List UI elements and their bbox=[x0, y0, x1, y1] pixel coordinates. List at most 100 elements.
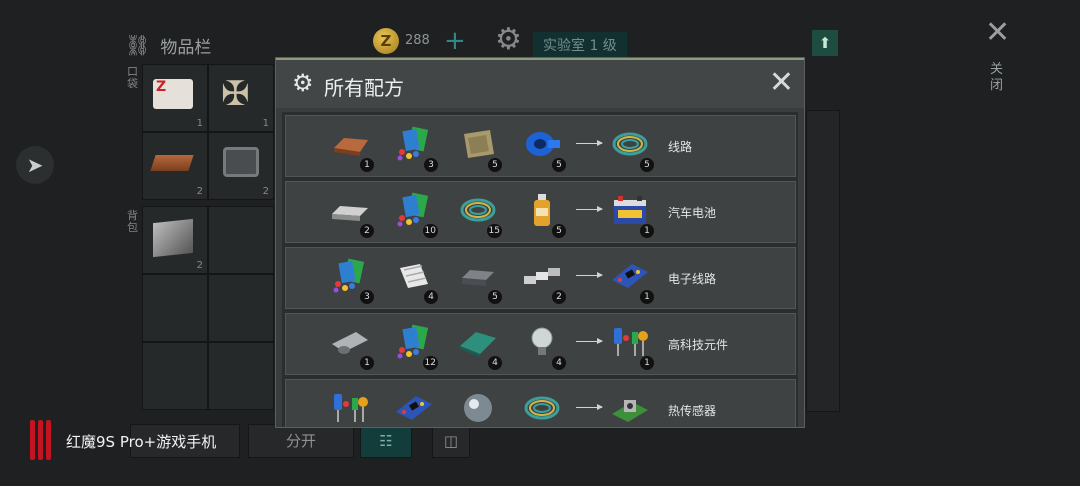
ingredient-slot[interactable]: 2 bbox=[518, 254, 566, 304]
aluminium-bars-icon bbox=[522, 258, 562, 294]
hi-tech-components-icon bbox=[610, 324, 650, 360]
lens-icon bbox=[458, 390, 498, 426]
ingredient-count: 15 bbox=[486, 224, 502, 238]
recipe-list[interactable]: 1 3 5 5 5 线路 2 10 15 5 1 汽车电池 3 4 5 2 1 电子线路 1 12 4 4 1 高科技元件 热传… bbox=[282, 112, 798, 427]
brand-watermark: 红魔9S Pro+游戏手机 bbox=[28, 420, 216, 462]
pocket-tab[interactable]: 口袋 bbox=[127, 66, 141, 90]
backpack-icon: ⛓ bbox=[125, 33, 151, 57]
brand-logo-icon bbox=[28, 420, 58, 462]
upgrade-button[interactable]: ⬆ bbox=[812, 30, 838, 56]
ingredient-count: 2 bbox=[552, 290, 566, 304]
inventory-slot[interactable]: 2 bbox=[208, 132, 274, 200]
add-currency-button[interactable]: + bbox=[444, 28, 466, 54]
inventory-slot[interactable] bbox=[142, 342, 208, 410]
ingredient-slot[interactable]: 5 bbox=[518, 122, 566, 172]
plastic-parts-icon bbox=[394, 126, 434, 162]
inventory-slot[interactable]: 2 bbox=[142, 132, 208, 200]
recipe-row[interactable]: 2 10 15 5 1 汽车电池 bbox=[285, 181, 796, 243]
arrow-right-icon bbox=[576, 272, 603, 278]
currency-amount: 288 bbox=[405, 33, 430, 48]
inventory-slot[interactable] bbox=[208, 274, 274, 342]
ingredient-slot[interactable]: 12 bbox=[390, 320, 438, 370]
modal-close-button[interactable]: ✕ bbox=[769, 68, 794, 98]
result-count: 1 bbox=[640, 224, 654, 238]
inventory-slot[interactable]: Z1 bbox=[142, 64, 208, 132]
hi-tech-components-icon bbox=[330, 390, 370, 426]
backpack-grid: 2 bbox=[142, 206, 274, 410]
fabric-roll-icon bbox=[394, 258, 434, 294]
bones-icon: ✠ bbox=[221, 74, 250, 114]
circuit-board-icon bbox=[394, 390, 434, 426]
recipe-row[interactable]: 热传感器 bbox=[285, 379, 796, 427]
steel-bar-icon bbox=[330, 192, 370, 228]
pocket-grid: Z1 ✠ 1 2 2 bbox=[142, 64, 274, 200]
inventory-slot[interactable] bbox=[142, 274, 208, 342]
ingredient-slot[interactable]: 4 bbox=[454, 320, 502, 370]
ingredient-slot[interactable]: 4 bbox=[518, 320, 566, 370]
merge-button[interactable]: ☷ bbox=[360, 424, 412, 458]
tape-icon bbox=[522, 126, 562, 162]
ingredient-slot[interactable]: 3 bbox=[390, 122, 438, 172]
recipe-row[interactable]: 1 3 5 5 5 线路 bbox=[285, 115, 796, 177]
ingredient-slot[interactable]: 1 bbox=[326, 122, 374, 172]
ingredient-count: 4 bbox=[552, 356, 566, 370]
gear-icon: ⚙ bbox=[495, 22, 522, 57]
copper-ingot-icon bbox=[150, 155, 194, 171]
inventory-header: ⛓ 物品栏 bbox=[125, 25, 211, 65]
close-label[interactable]: 关闭 bbox=[990, 62, 1004, 94]
inventory-slot[interactable]: ✠ 1 bbox=[208, 64, 274, 132]
result-slot[interactable]: 5 bbox=[606, 122, 654, 172]
result-slot[interactable]: 1 bbox=[606, 320, 654, 370]
lab-level-label[interactable]: 实验室 1 级 bbox=[533, 32, 627, 58]
copper-ingot-icon bbox=[330, 126, 370, 162]
close-icon[interactable]: ✕ bbox=[985, 18, 1010, 48]
inventory-slot[interactable] bbox=[208, 342, 274, 410]
ingredient-slot[interactable] bbox=[454, 386, 502, 427]
cloth-icon bbox=[458, 126, 498, 162]
ingredient-slot[interactable]: 15 bbox=[454, 188, 502, 238]
ingredient-slot[interactable] bbox=[326, 386, 374, 427]
gears-icon: ⚙ bbox=[292, 69, 314, 97]
result-slot[interactable] bbox=[606, 386, 654, 427]
ingredient-slot[interactable]: 5 bbox=[518, 188, 566, 238]
glass-sheet-icon bbox=[458, 324, 498, 360]
engine-part-icon bbox=[223, 147, 259, 177]
inventory-slot[interactable]: 2 bbox=[142, 206, 208, 274]
result-count: 5 bbox=[640, 158, 654, 172]
ingredient-slot[interactable]: 2 bbox=[326, 188, 374, 238]
metal-sheet-icon bbox=[153, 218, 193, 258]
inventory-slot[interactable] bbox=[208, 206, 274, 274]
ingredient-slot[interactable] bbox=[518, 386, 566, 427]
storage-panel bbox=[806, 110, 840, 412]
recipe-row[interactable]: 3 4 5 2 1 电子线路 bbox=[285, 247, 796, 309]
result-slot[interactable]: 1 bbox=[606, 188, 654, 238]
navigate-icon[interactable]: ➤ bbox=[16, 146, 54, 184]
wire-coil-icon bbox=[458, 192, 498, 228]
modal-title: 所有配方 bbox=[324, 76, 404, 100]
ingredient-slot[interactable]: 5 bbox=[454, 254, 502, 304]
ingredient-count: 3 bbox=[424, 158, 438, 172]
ingredient-slot[interactable]: 1 bbox=[326, 320, 374, 370]
backpack-tab[interactable]: 背包 bbox=[127, 210, 141, 234]
ingredient-count: 5 bbox=[552, 158, 566, 172]
wire-coil-icon bbox=[610, 126, 650, 162]
ingredient-slot[interactable]: 4 bbox=[390, 254, 438, 304]
ingredient-slot[interactable]: 3 bbox=[326, 254, 374, 304]
ingredient-slot[interactable] bbox=[390, 386, 438, 427]
recipes-modal: ⚙ 所有配方 ✕ 1 3 5 5 5 线路 2 10 15 5 1 汽车电池 3 4 5 2 1 电子线路 1 12 4… bbox=[275, 57, 805, 428]
result-slot[interactable]: 1 bbox=[606, 254, 654, 304]
result-name: 汽车电池 bbox=[668, 206, 717, 220]
ingredient-count: 5 bbox=[488, 158, 502, 172]
trash-button[interactable]: ◫ bbox=[432, 424, 470, 458]
result-name: 热传感器 bbox=[668, 404, 717, 418]
arrow-right-icon bbox=[576, 338, 603, 344]
split-button[interactable]: 分开 bbox=[248, 424, 354, 458]
recipe-row[interactable]: 1 12 4 4 1 高科技元件 bbox=[285, 313, 796, 375]
arrow-right-icon bbox=[576, 140, 603, 146]
ingredient-slot[interactable]: 10 bbox=[390, 188, 438, 238]
result-count: 1 bbox=[640, 290, 654, 304]
iron-ingot-icon bbox=[458, 258, 498, 294]
ingredient-slot[interactable]: 5 bbox=[454, 122, 502, 172]
heat-sensor-icon bbox=[610, 390, 650, 426]
ingredient-count: 2 bbox=[360, 224, 374, 238]
